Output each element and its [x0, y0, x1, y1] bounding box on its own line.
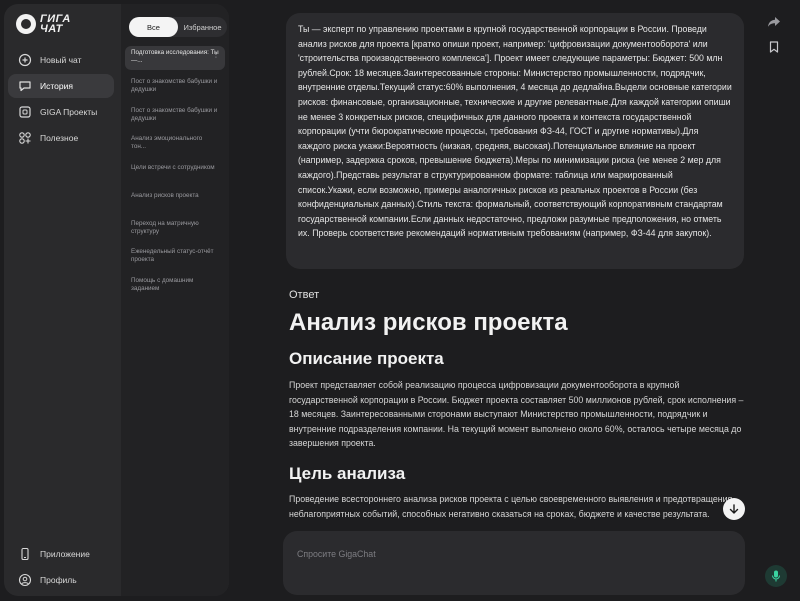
message-composer	[283, 531, 787, 595]
history-item-title: Еженедельный статус-отчёт проекта	[131, 248, 214, 263]
main-nav: ГИГА ЧАТ Новый чат История GIGA Проекты …	[4, 4, 119, 596]
scroll-down-button[interactable]	[723, 498, 745, 520]
history-item[interactable]: Подготовка исследования: Ты —... ⋮	[125, 46, 225, 70]
phone-icon	[18, 547, 32, 561]
history-item-title: Цели встречи с сотрудником	[131, 164, 215, 171]
nav-item-new-chat[interactable]: Новый чат	[8, 48, 114, 72]
nav-label: Полезное	[40, 133, 79, 143]
more-options-icon[interactable]: ⋮	[212, 51, 220, 59]
section-heading: Цель анализа	[289, 464, 406, 483]
history-item[interactable]: Пост о знакомстве бабушки и дедушки	[125, 104, 225, 126]
tab-all[interactable]: Все	[129, 17, 178, 37]
mic-icon	[772, 570, 780, 582]
history-item-title: Подготовка исследования: Ты —...	[131, 49, 219, 64]
history-item[interactable]: Переход на матричную структуру	[125, 217, 225, 239]
history-item[interactable]: Анализ рисков проекта	[125, 189, 225, 203]
user-message-text: Ты — эксперт по управлению проектами в к…	[298, 24, 732, 239]
history-item-title: Переход на матричную структуру	[131, 220, 199, 235]
logo-text: ГИГА ЧАТ	[40, 13, 71, 35]
history-item[interactable]: Цели встречи с сотрудником	[125, 161, 225, 175]
history-item[interactable]: Анализ эмоционального тон...	[125, 132, 225, 154]
history-item-title: Анализ рисков проекта	[131, 192, 199, 199]
new-chat-icon	[18, 53, 32, 67]
section-heading: Описание проекта	[289, 349, 444, 368]
history-item-title: Помощь с домашним заданием	[131, 277, 194, 292]
nav-item-history[interactable]: История	[8, 74, 114, 98]
history-item-title: Пост о знакомстве бабушки и дедушки	[131, 78, 218, 93]
nav-item-projects[interactable]: GIGA Проекты	[8, 100, 114, 124]
nav-item-profile[interactable]: Профиль	[8, 569, 114, 591]
nav-label: Профиль	[40, 575, 77, 585]
answer-title: Анализ рисков проекта	[289, 309, 568, 336]
history-icon	[18, 79, 32, 93]
tab-favorites[interactable]: Избранное	[178, 17, 227, 37]
arrow-down-icon	[729, 504, 739, 514]
nav-label: Приложение	[40, 549, 90, 559]
history-item[interactable]: Еженедельный статус-отчёт проекта	[125, 245, 225, 267]
answer-label: Ответ	[289, 289, 320, 301]
bookmark-button[interactable]	[765, 38, 783, 56]
history-item[interactable]: Пост о знакомстве бабушки и дедушки	[125, 75, 225, 97]
section-text: Проведение всестороннего анализа рисков …	[289, 494, 733, 519]
logo[interactable]: ГИГА ЧАТ	[16, 13, 71, 35]
chat-area: Ты — эксперт по управлению проектами в к…	[229, 0, 800, 601]
sidebar: ГИГА ЧАТ Новый чат История GIGA Проекты …	[4, 4, 229, 596]
history-panel: Все Избранное Подготовка исследования: Т…	[121, 4, 229, 596]
useful-icon	[18, 131, 32, 145]
section-text: Проект представляет собой реализацию про…	[289, 380, 744, 448]
profile-icon	[18, 573, 32, 587]
message-input[interactable]	[295, 545, 699, 563]
share-button[interactable]	[765, 13, 783, 31]
nav-item-useful[interactable]: Полезное	[8, 126, 114, 150]
logo-mark	[16, 14, 36, 34]
mic-button[interactable]	[765, 565, 787, 587]
projects-icon	[18, 105, 32, 119]
history-filter: Все Избранное	[129, 17, 227, 37]
history-item[interactable]: Помощь с домашним заданием	[125, 274, 225, 296]
nav-label: Новый чат	[40, 55, 82, 65]
share-icon	[768, 17, 780, 27]
nav-item-app[interactable]: Приложение	[8, 543, 114, 565]
nav-label: История	[40, 81, 73, 91]
nav-label: GIGA Проекты	[40, 107, 98, 117]
history-item-title: Анализ эмоционального тон...	[131, 135, 203, 150]
history-item-title: Пост о знакомстве бабушки и дедушки	[131, 107, 218, 122]
user-message: Ты — эксперт по управлению проектами в к…	[286, 13, 744, 269]
bookmark-icon	[769, 41, 779, 53]
